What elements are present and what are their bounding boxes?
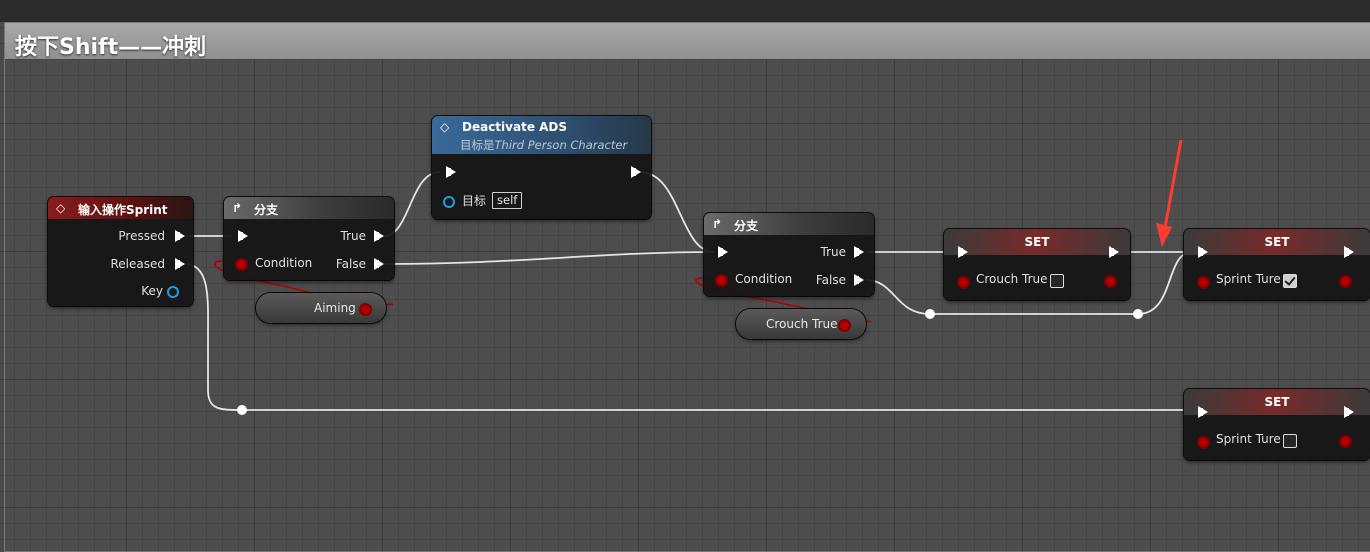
node-header: ◇ 输入操作Sprint [48, 197, 193, 219]
exec-out-pin[interactable] [1344, 246, 1354, 258]
branch-node-2[interactable]: ↱ 分支 True Condition False [704, 213, 874, 296]
exec-out-pin-released[interactable] [175, 258, 185, 270]
wire-deactivate-to-branch2 [639, 171, 715, 253]
deactivate-ads-node[interactable]: ◇ Deactivate ADS 目标是Third Person Charact… [432, 116, 651, 219]
variable-label: Aiming [314, 301, 356, 315]
pin-label-false: False [335, 257, 366, 271]
node-title: Deactivate ADS [462, 120, 568, 134]
condition-input-pin[interactable] [235, 258, 248, 271]
exec-in-pin[interactable] [446, 166, 456, 178]
value-input-pin[interactable] [957, 276, 970, 289]
function-icon: ◇ [440, 120, 450, 134]
crouch-true-variable-node[interactable]: Crouch True [736, 309, 866, 339]
exec-in-pin[interactable] [1198, 406, 1208, 418]
exec-out-pin[interactable] [1344, 406, 1354, 418]
aiming-output-pin[interactable] [359, 303, 372, 316]
pin-label-crouch-true: Crouch True [976, 272, 1048, 286]
pin-label-key: Key [141, 284, 163, 298]
exec-out-pin-false[interactable] [374, 258, 384, 270]
node-title: SET [1264, 395, 1290, 409]
value-output-pin[interactable] [1339, 435, 1352, 448]
node-title: 分支 [254, 203, 279, 217]
input-action-sprint-node[interactable]: ◇ 输入操作Sprint Pressed Released Key [48, 197, 193, 306]
aiming-variable-node[interactable]: Aiming [256, 293, 386, 323]
set-sprint-true-node[interactable]: SET Sprint Ture [1184, 229, 1370, 300]
exec-out-pin[interactable] [1109, 246, 1119, 258]
condition-input-pin[interactable] [715, 274, 728, 287]
exec-in-pin[interactable] [1198, 246, 1208, 258]
exec-out-pin[interactable] [631, 166, 641, 178]
exec-out-pin-true[interactable] [374, 230, 384, 242]
value-output-pin[interactable] [1339, 275, 1352, 288]
pin-label-sprint-ture: Sprint Ture [1216, 432, 1281, 446]
node-header: ↱ 分支 [704, 213, 874, 235]
variable-label: Crouch True [766, 317, 838, 331]
pin-label-false: False [815, 273, 846, 287]
exec-in-pin[interactable] [958, 246, 968, 258]
wire-layer [184, 171, 1193, 411]
value-output-pin[interactable] [1104, 275, 1117, 288]
exec-in-pin[interactable] [718, 246, 728, 258]
pin-label-true: True [340, 229, 367, 243]
value-input-pin[interactable] [1197, 276, 1210, 289]
node-title: SET [1264, 235, 1290, 249]
reroute-knot[interactable] [1133, 309, 1143, 319]
node-title: 输入操作Sprint [78, 203, 168, 217]
node-header: SET [1184, 389, 1370, 415]
exec-out-pin-pressed[interactable] [175, 230, 185, 242]
exec-in-pin[interactable] [238, 230, 248, 242]
sprint-ture-checkbox[interactable] [1283, 434, 1297, 448]
pin-label-target: 目标 [462, 194, 487, 208]
set-crouch-true-node[interactable]: SET Crouch True [944, 229, 1130, 300]
exec-out-pin-false[interactable] [854, 274, 864, 286]
branch-node-1[interactable]: ↱ 分支 True Condition False [224, 197, 394, 280]
pin-label-pressed: Pressed [118, 229, 165, 243]
key-output-pin[interactable] [167, 286, 179, 298]
pin-label-sprint-ture: Sprint Ture [1216, 272, 1281, 286]
branch-icon: ↱ [712, 217, 723, 231]
node-title: SET [1024, 235, 1050, 249]
pin-label-released: Released [110, 257, 165, 271]
value-input-pin[interactable] [1197, 436, 1210, 449]
pin-label-condition: Condition [255, 256, 313, 270]
reroute-knot[interactable] [925, 309, 935, 319]
target-input-pin[interactable] [443, 196, 455, 208]
reroute-knot[interactable] [237, 405, 247, 415]
node-header: SET [1184, 229, 1370, 255]
exec-out-pin-true[interactable] [854, 246, 864, 258]
node-header: ◇ Deactivate ADS 目标是Third Person Charact… [432, 116, 651, 154]
pin-label-condition: Condition [735, 272, 793, 286]
diamond-event-icon: ◇ [56, 201, 66, 215]
node-title: 分支 [734, 219, 759, 233]
node-subtitle: 目标是Third Person Character [460, 138, 628, 152]
node-header: SET [944, 229, 1130, 255]
crouch-output-pin[interactable] [838, 319, 851, 332]
target-value-field[interactable]: self [492, 192, 523, 209]
pin-label-true: True [820, 245, 847, 259]
set-sprint-false-node[interactable]: SET Sprint Ture [1184, 389, 1370, 460]
branch-icon: ↱ [232, 201, 243, 215]
crouch-true-checkbox[interactable] [1050, 274, 1064, 288]
annotation-arrow-icon [1156, 139, 1183, 247]
wire-branch1-false-to-branch2 [383, 251, 715, 265]
sprint-ture-checkbox[interactable] [1283, 274, 1297, 288]
node-header: ↱ 分支 [224, 197, 394, 219]
